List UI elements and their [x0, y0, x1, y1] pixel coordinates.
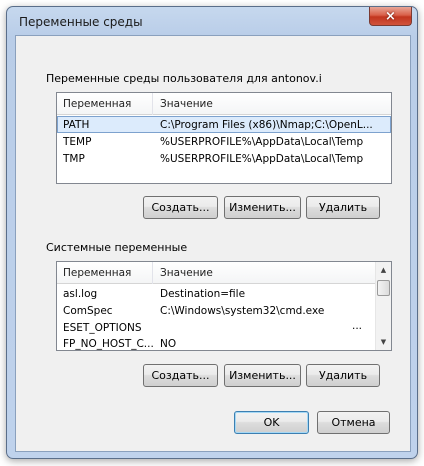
scroll-down-arrow-icon[interactable]: ▼ — [376, 334, 391, 350]
system-var-row[interactable]: asl.log Destination=file — [57, 286, 376, 303]
user-edit-button[interactable]: Изменить... — [224, 196, 301, 219]
user-vars-header: Переменная Значение — [57, 93, 391, 115]
column-header-variable[interactable]: Переменная — [63, 267, 131, 279]
scroll-up-arrow-icon[interactable]: ▲ — [376, 262, 391, 278]
user-var-row-temp[interactable]: TEMP %USERPROFILE%\AppData\Local\Temp — [57, 134, 391, 151]
user-vars-list[interactable]: Переменная Значение PATH C:\Program File… — [56, 92, 392, 184]
system-delete-button[interactable]: Удалить — [306, 364, 380, 387]
var-name: ESET_OPTIONS — [63, 322, 142, 334]
var-name: ComSpec — [63, 305, 113, 317]
user-create-button[interactable]: Создать... — [143, 196, 218, 219]
dialog-client-area: Переменные среды пользователя для antono… — [15, 35, 411, 452]
var-name: FP_NO_HOST_C... — [63, 338, 154, 350]
column-header-variable[interactable]: Переменная — [63, 98, 131, 110]
ok-button[interactable]: OK — [234, 411, 309, 434]
var-value: %USERPROFILE%\AppData\Local\Temp — [160, 153, 364, 165]
var-name: TMP — [63, 153, 85, 165]
user-var-row-path[interactable]: PATH C:\Program Files (x86)\Nmap;C:\Open… — [57, 116, 391, 133]
var-value: C:\Windows\system32\cmd.exe — [160, 305, 325, 317]
column-header-value[interactable]: Значение — [160, 98, 213, 110]
column-separator[interactable] — [152, 262, 153, 284]
var-value: NO — [160, 338, 177, 350]
column-header-value[interactable]: Значение — [160, 267, 213, 279]
user-vars-group-label: Переменные среды пользователя для antono… — [46, 72, 322, 85]
system-edit-button[interactable]: Изменить... — [224, 364, 301, 387]
system-create-button[interactable]: Создать... — [143, 364, 218, 387]
column-separator[interactable] — [152, 93, 153, 115]
var-name: TEMP — [63, 136, 92, 148]
system-vars-header: Переменная Значение — [57, 262, 376, 284]
close-button[interactable]: × — [369, 7, 412, 26]
var-value: %USERPROFILE%\AppData\Local\Temp — [160, 136, 364, 148]
cancel-button[interactable]: Отмена — [317, 411, 390, 434]
system-vars-list[interactable]: Переменная Значение asl.log Destination=… — [56, 261, 392, 351]
var-value: Destination=file — [160, 288, 246, 300]
window-title: Переменные среды — [19, 15, 143, 29]
close-icon: × — [385, 8, 396, 24]
var-name: PATH — [63, 119, 90, 131]
var-name: asl.log — [63, 288, 98, 300]
system-vars-group-label: Системные переменные — [46, 241, 188, 254]
system-var-row[interactable]: ComSpec C:\Windows\system32\cmd.exe — [57, 303, 376, 320]
env-vars-window: Переменные среды × Переменные среды поль… — [6, 6, 418, 459]
user-var-row-tmp[interactable]: TMP %USERPROFILE%\AppData\Local\Temp — [57, 151, 391, 168]
system-vars-scrollbar[interactable]: ▲ ▼ — [375, 262, 391, 350]
system-var-row[interactable]: ESET_OPTIONS ... — [57, 320, 376, 337]
scrollbar-thumb[interactable] — [377, 280, 390, 296]
system-var-row[interactable]: FP_NO_HOST_C... NO — [57, 336, 376, 353]
user-delete-button[interactable]: Удалить — [306, 196, 380, 219]
title-bar[interactable]: Переменные среды × — [7, 7, 417, 35]
var-value: ... — [352, 320, 363, 332]
var-value: C:\Program Files (x86)\Nmap;C:\OpenL... — [160, 119, 373, 131]
